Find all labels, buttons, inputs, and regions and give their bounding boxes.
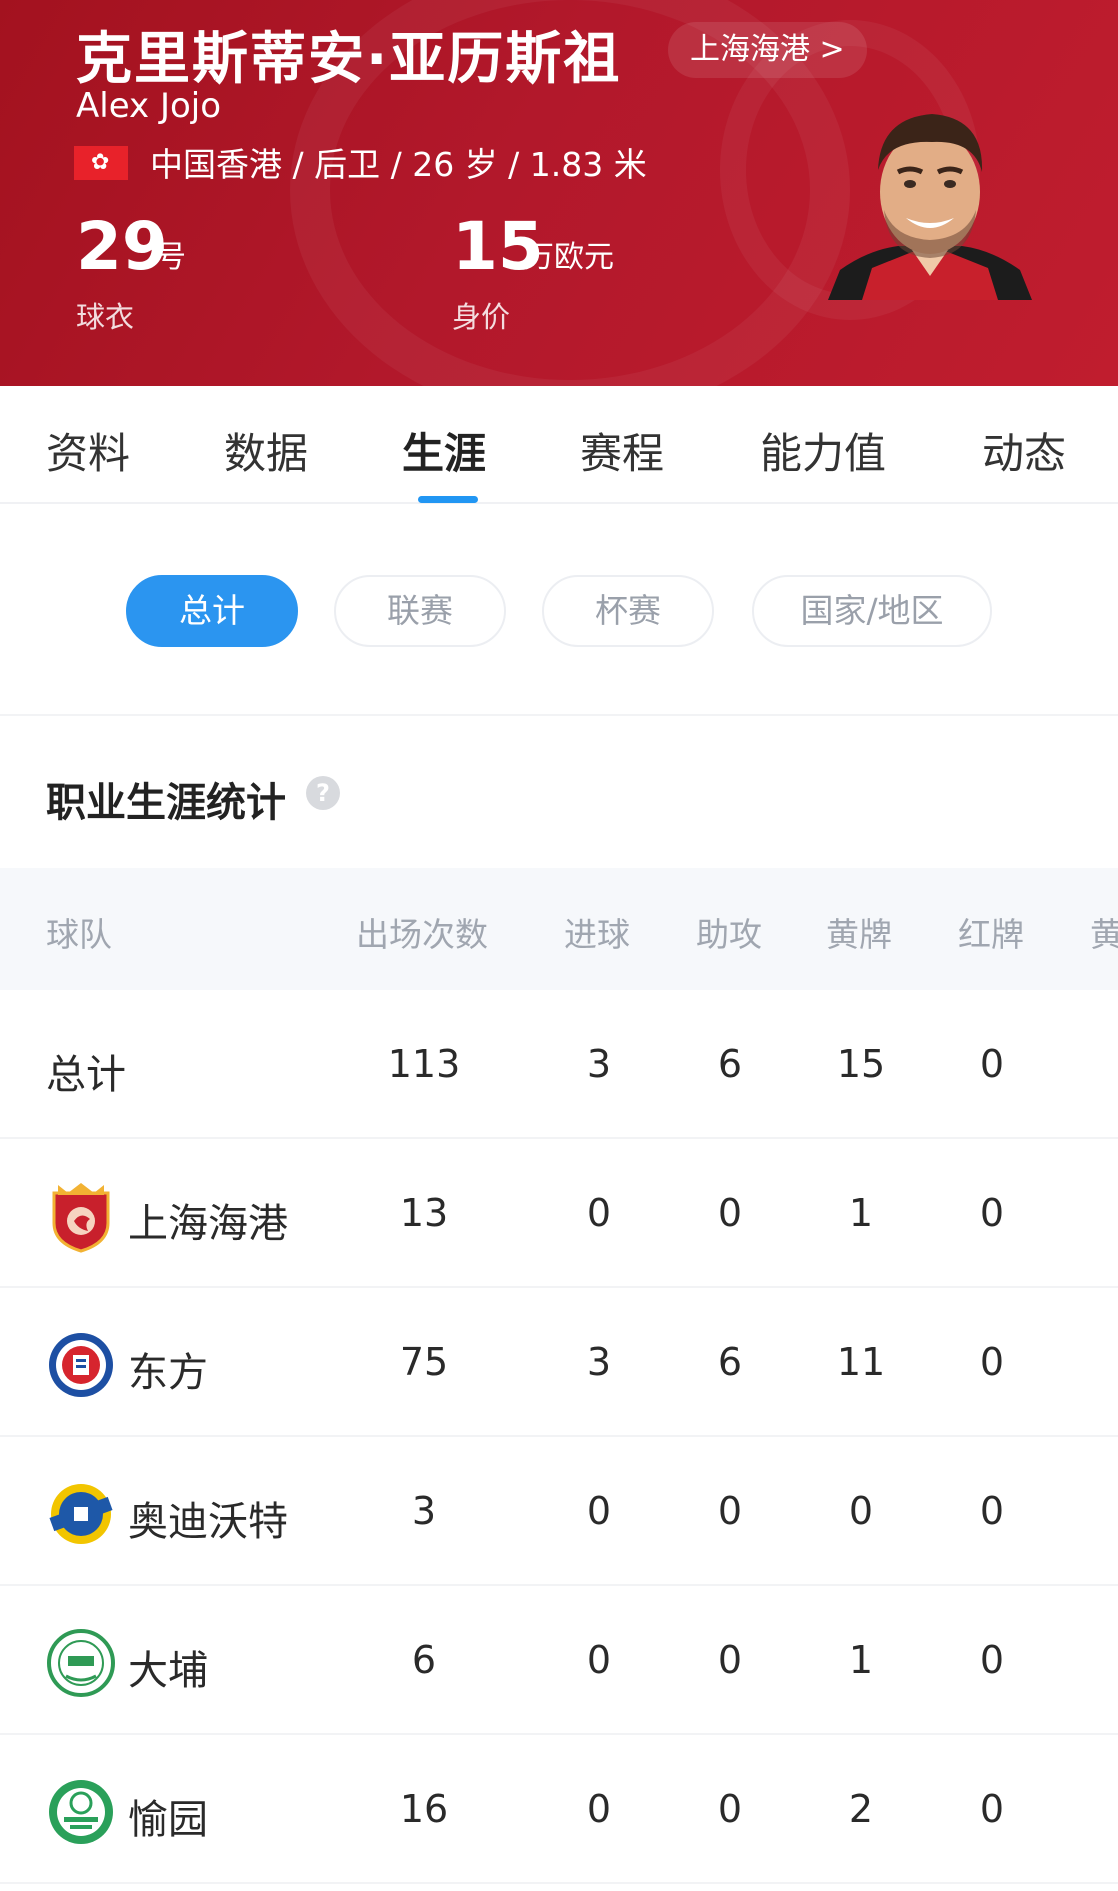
tab-news[interactable]: 动态 <box>982 420 1066 481</box>
cell-appearances: 16 <box>399 1787 449 1831</box>
column-header-goals: 进球 <box>564 915 630 954</box>
row-team-name: 奥迪沃特 <box>128 1499 288 1545</box>
tab-schedule[interactable]: 赛程 <box>580 420 664 481</box>
help-icon[interactable]: ? <box>306 776 340 810</box>
player-meta: 中国香港 / 后卫 / 26 岁 / 1.83 米 <box>150 145 647 184</box>
cell-red-cards: 0 <box>979 1191 1005 1235</box>
oddevold-logo-icon <box>49 1484 113 1544</box>
player-header: 克里斯蒂安·亚历斯祖 上海海港 > Alex Jojo ✿ 中国香港 / 后卫 … <box>0 0 1118 386</box>
hong-kong-flag-icon: ✿ <box>74 146 128 180</box>
table-row[interactable]: 愉园 16 0 0 2 0 <box>0 1735 1118 1884</box>
cell-red-cards: 0 <box>979 1638 1005 1682</box>
row-team-name: 东方 <box>128 1350 208 1396</box>
player-photo <box>828 114 1032 300</box>
cell-appearances: 13 <box>399 1191 449 1235</box>
tab-career[interactable]: 生涯 <box>402 420 486 481</box>
filter-national[interactable]: 国家/地区 <box>752 575 992 647</box>
eastern-logo-icon <box>49 1333 113 1397</box>
section-divider <box>0 714 1118 716</box>
cell-red-cards: 0 <box>979 1042 1005 1086</box>
column-header-appearances: 出场次数 <box>356 915 488 954</box>
cell-red-cards: 0 <box>979 1489 1005 1533</box>
row-team-name: 总计 <box>46 1052 126 1098</box>
tab-stats[interactable]: 数据 <box>224 420 308 481</box>
market-value-unit: 万欧元 <box>524 240 614 275</box>
tai-po-logo-icon <box>47 1629 115 1697</box>
table-row[interactable]: 奥迪沃特 3 0 0 0 0 <box>0 1437 1118 1586</box>
cell-red-cards: 0 <box>979 1787 1005 1831</box>
table-row[interactable]: 东方 75 3 6 11 0 <box>0 1288 1118 1437</box>
cell-appearances: 113 <box>387 1042 461 1086</box>
column-header-truncated: 黄 <box>1090 915 1118 954</box>
filter-cup[interactable]: 杯赛 <box>542 575 714 647</box>
table-header: 球队 出场次数 进球 助攻 黄牌 红牌 黄 <box>0 868 1118 990</box>
shanghai-port-logo-icon <box>52 1183 110 1253</box>
cell-goals: 0 <box>586 1489 612 1533</box>
cell-appearances: 75 <box>399 1340 449 1384</box>
cell-assists: 6 <box>717 1042 743 1086</box>
cell-yellow-cards: 2 <box>848 1787 874 1831</box>
shirt-number: 29 <box>76 208 168 285</box>
cell-yellow-cards: 0 <box>848 1489 874 1533</box>
cell-yellow-cards: 1 <box>848 1638 874 1682</box>
cell-yellow-cards: 15 <box>836 1042 886 1086</box>
cell-yellow-cards: 11 <box>836 1340 886 1384</box>
cell-red-cards: 0 <box>979 1340 1005 1384</box>
cell-yellow-cards: 1 <box>848 1191 874 1235</box>
tab-bar: 资料 数据 生涯 赛程 能力值 动态 <box>0 386 1118 504</box>
cell-appearances: 3 <box>411 1489 437 1533</box>
table-row[interactable]: 大埔 6 0 0 1 0 <box>0 1586 1118 1735</box>
cell-goals: 0 <box>586 1191 612 1235</box>
tab-ability[interactable]: 能力值 <box>760 420 886 481</box>
cell-goals: 0 <box>586 1787 612 1831</box>
column-header-red-cards: 红牌 <box>958 915 1024 954</box>
player-english-name: Alex Jojo <box>76 86 222 126</box>
cell-assists: 6 <box>717 1340 743 1384</box>
section-title: 职业生涯统计 <box>46 780 286 826</box>
cell-appearances: 6 <box>411 1638 437 1682</box>
active-tab-indicator <box>418 496 478 503</box>
cell-assists: 0 <box>717 1191 743 1235</box>
row-team-name: 愉园 <box>128 1797 208 1843</box>
player-name: 克里斯蒂安·亚历斯祖 <box>76 27 622 92</box>
cell-assists: 0 <box>717 1489 743 1533</box>
filter-total[interactable]: 总计 <box>126 575 298 647</box>
column-header-yellow-cards: 黄牌 <box>826 915 892 954</box>
table-row-total: 总计 113 3 6 15 0 <box>0 990 1118 1139</box>
tab-profile[interactable]: 资料 <box>46 420 130 481</box>
cell-assists: 0 <box>717 1787 743 1831</box>
row-team-name: 上海海港 <box>128 1201 288 1247</box>
happy-valley-logo-icon <box>49 1780 113 1844</box>
column-header-team: 球队 <box>46 915 112 954</box>
filter-league[interactable]: 联赛 <box>334 575 506 647</box>
table-row[interactable]: 上海海港 13 0 0 1 0 <box>0 1139 1118 1288</box>
column-header-assists: 助攻 <box>696 915 762 954</box>
club-link[interactable]: 上海海港 > <box>668 22 867 78</box>
market-value-label: 身价 <box>452 300 511 334</box>
cell-goals: 3 <box>586 1042 612 1086</box>
cell-assists: 0 <box>717 1638 743 1682</box>
shirt-number-unit: 号 <box>156 240 186 275</box>
row-team-name: 大埔 <box>128 1648 208 1694</box>
cell-goals: 0 <box>586 1638 612 1682</box>
cell-goals: 3 <box>586 1340 612 1384</box>
shirt-label: 球衣 <box>76 300 135 334</box>
